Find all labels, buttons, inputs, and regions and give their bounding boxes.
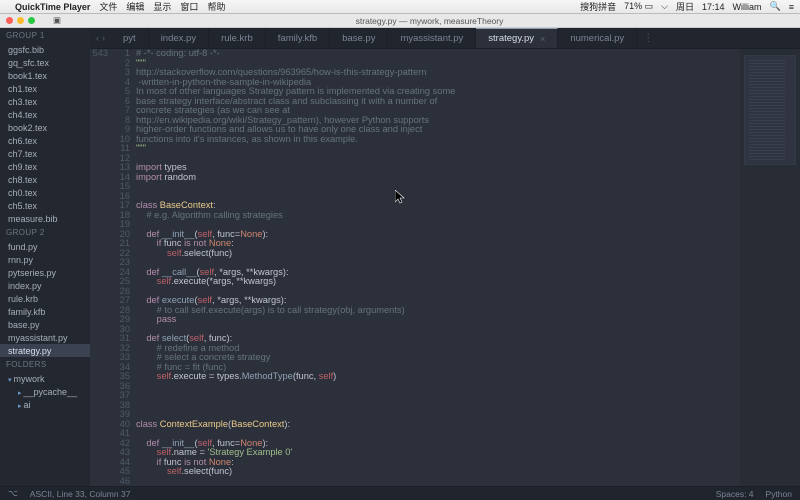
window-title: strategy.py — mywork, measureTheory <box>65 16 794 26</box>
sidebar-item[interactable]: ch4.tex <box>0 108 90 121</box>
gutter-line-numbers: 1234567891011121314151617181920212223242… <box>112 49 136 486</box>
code-editor[interactable]: 543 123456789101112131415161718192021222… <box>90 49 800 486</box>
status-position[interactable]: ASCII, Line 33, Column 37 <box>30 489 131 499</box>
branch-icon[interactable]: ⌥ <box>8 488 18 499</box>
menu-file[interactable]: 文件 <box>99 0 117 13</box>
close-icon[interactable] <box>6 17 13 24</box>
sidebar-item[interactable]: ch0.tex <box>0 186 90 199</box>
sidebar-item[interactable]: ch7.tex <box>0 147 90 160</box>
clock-day: 周日 <box>676 0 694 13</box>
battery-indicator[interactable]: 71% ▭ <box>624 1 653 12</box>
tab[interactable]: numerical.py <box>558 28 637 48</box>
sidebar-item[interactable]: pytseries.py <box>0 266 90 279</box>
menu-extra-icon[interactable]: ≡ <box>789 2 794 12</box>
code-body[interactable]: # -*- coding: utf-8 -*-"""http://stackov… <box>136 49 740 486</box>
folders-header: FOLDERS <box>0 357 90 372</box>
ime-indicator[interactable]: 搜狗拼音 <box>580 0 616 13</box>
sidebar-item[interactable]: strategy.py <box>0 344 90 357</box>
menu-window[interactable]: 窗口 <box>180 0 198 13</box>
group1-header: GROUP 1 <box>0 28 90 43</box>
gutter-outer: 543 <box>90 49 112 486</box>
mac-menubar: QuickTime Player 文件 编辑 显示 窗口 帮助 搜狗拼音 71%… <box>0 0 800 14</box>
menu-edit[interactable]: 编辑 <box>126 0 144 13</box>
folder-icon: ▣ <box>53 15 61 26</box>
minimap[interactable] <box>740 49 800 486</box>
folder-root[interactable]: mywork <box>0 372 90 385</box>
sidebar-item[interactable]: book1.tex <box>0 69 90 82</box>
tab-overflow-icon[interactable]: ⋮ <box>637 28 659 48</box>
sidebar-item[interactable]: rule.krb <box>0 292 90 305</box>
status-spaces[interactable]: Spaces: 4 <box>716 489 754 499</box>
sidebar-item[interactable]: index.py <box>0 279 90 292</box>
status-lang[interactable]: Python <box>766 489 792 499</box>
app-name[interactable]: QuickTime Player <box>15 2 90 12</box>
sidebar-item[interactable]: family.kfb <box>0 305 90 318</box>
group2-header: GROUP 2 <box>0 225 90 240</box>
nav-back-icon[interactable]: ‹ <box>96 33 99 43</box>
close-icon[interactable]: × <box>540 34 545 44</box>
sidebar-item[interactable]: rnn.py <box>0 253 90 266</box>
sidebar-item[interactable]: book2.tex <box>0 121 90 134</box>
sidebar-item[interactable]: ch3.tex <box>0 95 90 108</box>
sidebar-item[interactable]: fund.py <box>0 240 90 253</box>
tab[interactable]: strategy.py× <box>476 28 558 48</box>
minimize-icon[interactable] <box>17 17 24 24</box>
tab-lead[interactable]: pyt <box>111 28 149 48</box>
traffic-lights[interactable] <box>6 17 35 24</box>
editor-pane: ‹ › pyt index.pyrule.krbfamily.kfbbase.p… <box>90 28 800 486</box>
sidebar-item[interactable]: ggsfc.bib <box>0 43 90 56</box>
sidebar-item[interactable]: gq_sfc.tex <box>0 56 90 69</box>
sidebar-item[interactable]: base.py <box>0 318 90 331</box>
sidebar-item[interactable]: ch5.tex <box>0 199 90 212</box>
nav-fwd-icon[interactable]: › <box>102 33 105 43</box>
status-bar: ⌥ ASCII, Line 33, Column 37 Spaces: 4 Py… <box>0 486 800 500</box>
sidebar[interactable]: GROUP 1 ggsfc.bibgq_sfc.texbook1.texch1.… <box>0 28 90 486</box>
tab[interactable]: base.py <box>330 28 388 48</box>
wifi-icon[interactable]: ⌵ <box>661 1 668 12</box>
folder-ai[interactable]: ai <box>0 398 90 411</box>
tab-row: ‹ › pyt index.pyrule.krbfamily.kfbbase.p… <box>90 28 800 49</box>
tab[interactable]: family.kfb <box>266 28 330 48</box>
tab[interactable]: index.py <box>149 28 209 48</box>
window-titlebar: ▣ strategy.py — mywork, measureTheory <box>0 14 800 28</box>
sidebar-item[interactable]: measure.bib <box>0 212 90 225</box>
ide: GROUP 1 ggsfc.bibgq_sfc.texbook1.texch1.… <box>0 28 800 486</box>
sidebar-item[interactable]: ch8.tex <box>0 173 90 186</box>
sidebar-item[interactable]: ch6.tex <box>0 134 90 147</box>
tab[interactable]: rule.krb <box>209 28 266 48</box>
clock-time: 17:14 <box>702 2 725 12</box>
menu-help[interactable]: 帮助 <box>207 0 225 13</box>
spotlight-icon[interactable]: 🔍 <box>770 1 781 12</box>
menu-view[interactable]: 显示 <box>153 0 171 13</box>
sidebar-item[interactable]: ch9.tex <box>0 160 90 173</box>
zoom-icon[interactable] <box>28 17 35 24</box>
sidebar-item[interactable]: myassistant.py <box>0 331 90 344</box>
sidebar-item[interactable]: ch1.tex <box>0 82 90 95</box>
tab[interactable]: myassistant.py <box>388 28 476 48</box>
user-name[interactable]: William <box>733 2 762 12</box>
folder-pycache[interactable]: __pycache__ <box>0 385 90 398</box>
